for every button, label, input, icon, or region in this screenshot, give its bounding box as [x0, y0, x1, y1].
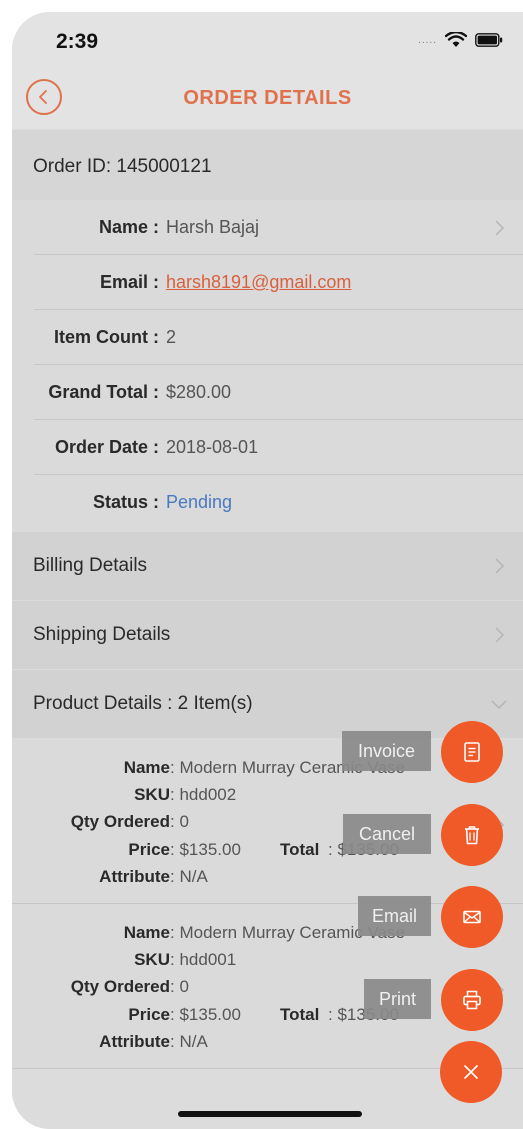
product-attribute-label: Attribute	[99, 1032, 170, 1051]
print-label[interactable]: Print	[364, 979, 431, 1019]
grand-total-value: $280.00	[166, 382, 232, 402]
chevron-right-icon	[495, 558, 505, 574]
product-qty-value: : 0	[170, 977, 189, 996]
billing-details-title: Billing Details	[33, 555, 148, 576]
product-price-label: Price	[128, 840, 170, 859]
close-icon	[463, 1064, 479, 1080]
product-price: $135.00	[179, 1005, 241, 1024]
product-qty: 0	[179, 977, 189, 996]
product-price-label: Price	[128, 1005, 170, 1024]
product-name-label: Name	[123, 923, 170, 942]
order-id-row: Order ID: 145000121	[12, 130, 523, 200]
order-id: Order ID: 145000121	[33, 156, 212, 177]
product-total-label: Total	[280, 840, 320, 859]
email-button[interactable]	[441, 886, 503, 948]
grand-total-label: Grand Total :	[48, 382, 159, 402]
item-count-row: Item Count : 2	[12, 310, 523, 365]
status-label: Status :	[92, 492, 159, 512]
chevron-right-icon	[495, 627, 505, 643]
product-price-value: : $135.00	[170, 1005, 241, 1024]
signal-dots: .....	[418, 34, 437, 46]
name-value: Harsh Bajaj	[166, 217, 260, 237]
email-label: Email :	[99, 272, 159, 292]
customer-info: Name : Harsh Bajaj Email : harsh8191@gma…	[12, 200, 523, 532]
product-attribute-value: : N/A	[170, 1032, 208, 1051]
grand-total-row: Grand Total : $280.00	[12, 365, 523, 420]
page-title: ORDER DETAILS	[183, 87, 352, 109]
close-menu-button[interactable]	[440, 1041, 502, 1103]
email-label[interactable]: Email	[358, 896, 431, 936]
order-date-label: Order Date :	[54, 437, 159, 457]
order-date-value: 2018-08-01	[166, 437, 259, 457]
shipping-details-row[interactable]: Shipping Details	[12, 601, 523, 669]
billing-details-row[interactable]: Billing Details	[12, 532, 523, 600]
status-badge: Pending	[166, 492, 233, 512]
name-label: Name :	[98, 217, 159, 237]
printer-icon	[463, 990, 481, 1010]
trash-icon	[465, 826, 479, 845]
cancel-label[interactable]: Cancel	[343, 814, 431, 854]
product-qty: 0	[179, 812, 189, 831]
product-sku-value: : hdd001	[170, 950, 237, 969]
home-indicator[interactable]	[178, 1111, 362, 1117]
product-total-label: Total	[280, 1005, 320, 1024]
product-sku-label: SKU	[134, 950, 170, 969]
product-price-value: : $135.00	[170, 840, 241, 859]
email-row: Email : harsh8191@gmail.com	[12, 255, 523, 310]
mail-icon	[463, 910, 481, 924]
product-details-row[interactable]: Product Details : 2 Item(s)	[12, 670, 523, 738]
wifi-icon	[445, 32, 467, 47]
chevron-right-icon	[495, 220, 505, 236]
product-attribute-label: Attribute	[99, 867, 170, 886]
chevron-down-icon	[491, 700, 507, 710]
status-icons: .....	[418, 32, 503, 48]
shipping-details-title: Shipping Details	[33, 624, 171, 645]
print-button[interactable]	[441, 969, 503, 1031]
invoice-button[interactable]	[441, 721, 503, 783]
battery-icon	[475, 33, 503, 47]
product-name-label: Name	[123, 758, 170, 777]
item-count-label: Item Count :	[54, 327, 159, 347]
name-row[interactable]: Name : Harsh Bajaj	[12, 200, 523, 255]
status-bar: 2:39 .....	[12, 12, 523, 72]
product-sku-label: SKU	[134, 785, 170, 804]
product-qty-label: Qty Ordered	[70, 812, 170, 831]
status-time: 2:39	[56, 30, 99, 53]
product-sku-value: : hdd002	[170, 785, 237, 804]
product-price: $135.00	[179, 840, 241, 859]
invoice-icon	[464, 742, 480, 762]
product-details-title: Product Details : 2 Item(s)	[33, 693, 253, 714]
invoice-label[interactable]: Invoice	[342, 731, 431, 771]
product-qty-value: : 0	[170, 812, 189, 831]
product-attribute-value: : N/A	[170, 867, 208, 886]
email-link[interactable]: harsh8191@gmail.com	[166, 272, 351, 293]
product-sku: hdd002	[179, 785, 237, 804]
status-row: Status : Pending	[12, 475, 523, 530]
product-qty-label: Qty Ordered	[70, 977, 170, 996]
cancel-button[interactable]	[441, 804, 503, 866]
order-date-row: Order Date : 2018-08-01	[12, 420, 523, 475]
product-attribute: N/A	[179, 867, 208, 886]
item-count-value: 2	[166, 327, 177, 347]
device-screen: 2:39 ..... ORDER DETAILS Order ID: 14500…	[12, 12, 523, 1129]
product-sku: hdd001	[179, 950, 237, 969]
nav-bar: ORDER DETAILS	[12, 72, 523, 129]
product-attribute: N/A	[179, 1032, 208, 1051]
